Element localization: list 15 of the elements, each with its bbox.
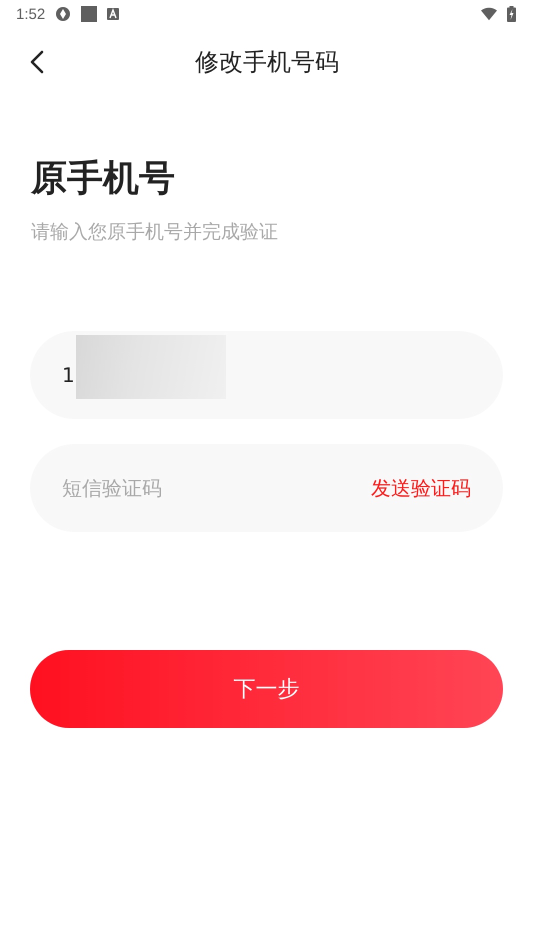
status-time: 1:52 <box>16 6 46 22</box>
placeholder-text: 短信验证码 <box>62 474 163 502</box>
instruction-text: 请输入您原手机号并完成验证 <box>31 220 279 245</box>
wifi-icon <box>481 6 497 22</box>
battery-charging-icon <box>507 6 516 22</box>
square-icon <box>81 6 98 22</box>
section-heading: 原手机号 <box>31 157 176 201</box>
app-icon <box>55 6 72 22</box>
send-code-link[interactable]: 发送验证码 <box>371 474 471 502</box>
code-field[interactable]: 短信验证码 发送验证码 <box>30 444 503 532</box>
back-button[interactable] <box>30 50 44 74</box>
notification-icon <box>107 8 120 20</box>
next-button[interactable]: 下一步 <box>30 650 503 728</box>
phone-field[interactable]: 1 <box>30 331 503 419</box>
page-title: 修改手机号码 <box>195 47 339 78</box>
